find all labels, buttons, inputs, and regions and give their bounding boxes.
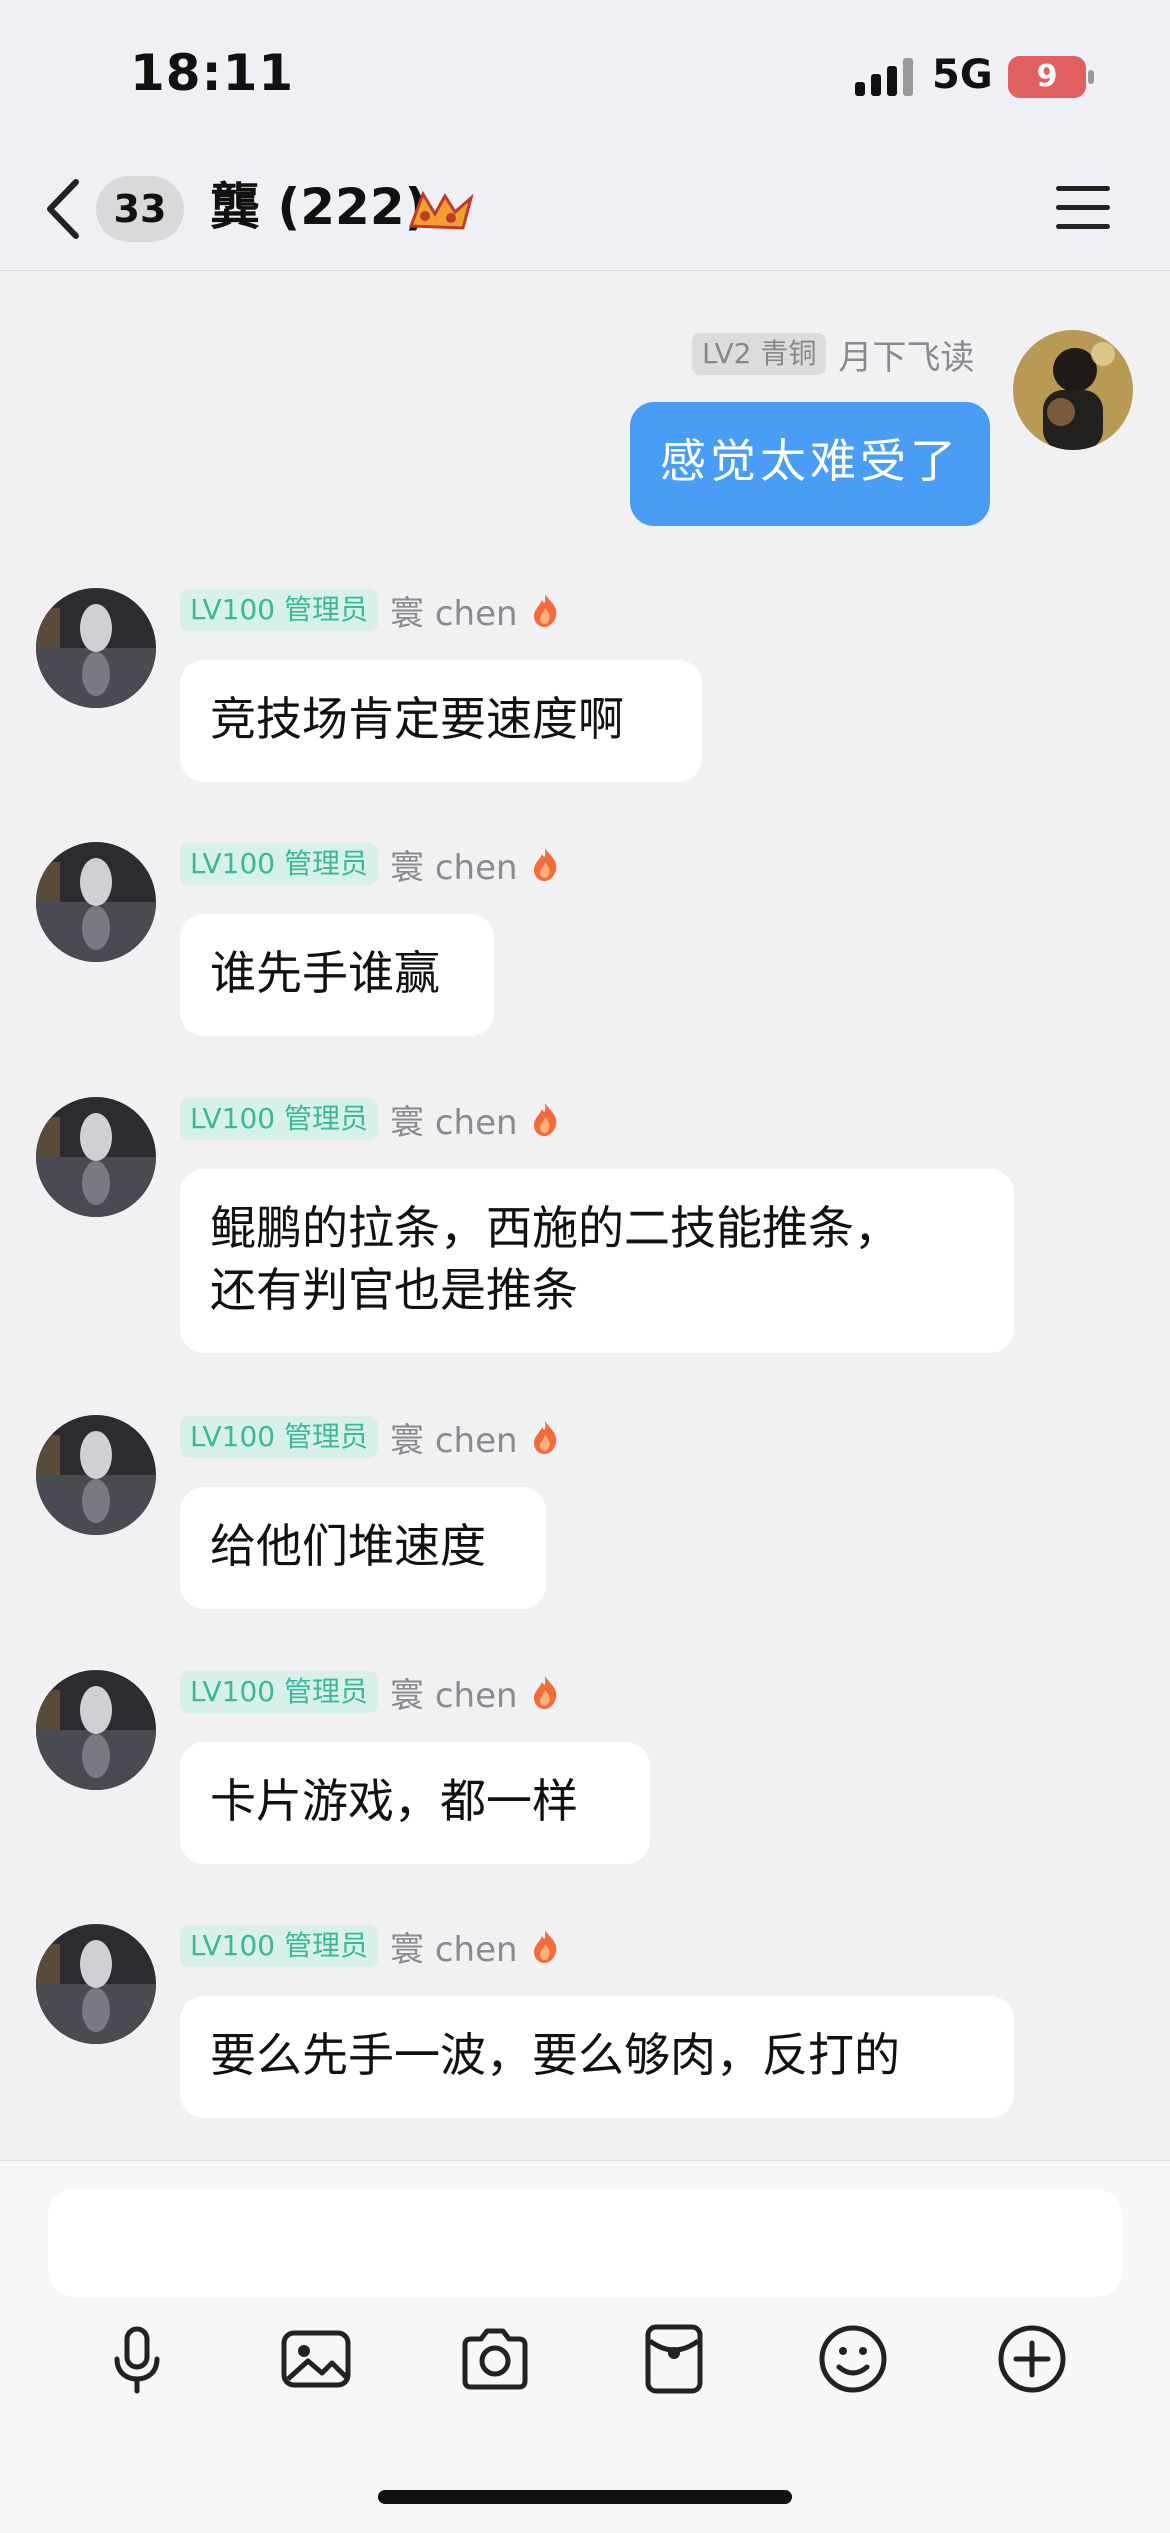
sender-name[interactable]: 寰 chen [390,586,518,635]
fire-icon [533,1676,556,1709]
tiger-avatar-image [36,842,156,962]
message-bubble[interactable]: 给他们堆速度 [180,1487,546,1609]
message-bubble[interactable]: 感觉太难受了 [630,402,990,526]
tiger-avatar-image [36,1924,156,2044]
level-badge: LV2 青铜 [692,333,827,375]
tiger-avatar-image [36,1097,156,1217]
message-bubble[interactable]: 谁先手谁赢 [180,914,494,1036]
sender-name[interactable]: 寰 chen [390,1668,518,1717]
sender-name[interactable]: 月下飞读 [838,330,974,379]
chevron-left-icon [47,179,79,239]
camera-icon[interactable] [459,2323,531,2395]
chat-header: 33 龔 (222) [0,150,1170,271]
tiger-avatar-image [36,588,156,708]
avatar[interactable] [36,1924,156,2044]
tiger-avatar-image [36,1415,156,1535]
level-badge: LV100 管理员 [180,843,379,885]
chat-title[interactable]: 龔 (222) [210,174,427,240]
red-packet-icon[interactable] [638,2323,710,2395]
sender-row: LV100 管理员 寰 chen [180,1922,560,1971]
sender-row: LV100 管理员 寰 chen [180,1413,560,1462]
level-badge: LV100 管理员 [180,1671,379,1713]
plus-icon[interactable] [996,2323,1068,2395]
avatar[interactable] [36,1415,156,1535]
level-badge: LV100 管理员 [180,589,379,631]
avatar[interactable] [36,588,156,708]
level-badge: LV100 管理员 [180,1416,379,1458]
avatar[interactable] [36,1670,156,1790]
battery-tip [1088,70,1094,84]
home-indicator[interactable] [378,2490,792,2504]
fire-icon [533,594,556,627]
microphone-icon[interactable] [101,2323,173,2395]
menu-button[interactable] [1056,186,1110,230]
sender-row: LV100 管理员 寰 chen [180,586,560,635]
status-time: 18:11 [130,44,295,102]
unread-count-badge[interactable]: 33 [96,176,184,242]
back-button[interactable] [40,174,90,244]
fire-icon [533,1421,556,1454]
message-bubble[interactable]: 鲲鹏的拉条，西施的二技能推条， 还有判官也是推条 [180,1169,1014,1353]
message-bubble[interactable]: 卡片游戏，都一样 [180,1742,650,1864]
status-bar: 18:11 5G 9 [0,0,1170,150]
sender-name[interactable]: 寰 chen [390,840,518,889]
tiger-avatar-image [36,1670,156,1790]
cellular-signal-icon [855,58,915,96]
message-bubble[interactable]: 竞技场肯定要速度啊 [180,660,702,782]
sender-name[interactable]: 寰 chen [390,1413,518,1462]
group-badge-icon [408,190,474,230]
message-bubble[interactable]: 要么先手一波，要么够肉，反打的 [180,1996,1014,2118]
network-type: 5G [932,52,993,98]
emoji-icon[interactable] [817,2323,889,2395]
avatar[interactable] [36,1097,156,1217]
message-input[interactable] [48,2189,1122,2297]
sender-name[interactable]: 寰 chen [390,1095,518,1144]
user-avatar-image [1013,330,1133,450]
level-badge: LV100 管理员 [180,1925,379,1967]
fire-icon [533,1930,556,1963]
composer [0,2160,1170,2533]
battery-level: 9 [1036,59,1058,94]
fire-icon [533,848,556,881]
sender-row: LV100 管理员 寰 chen [180,1668,560,1717]
fire-icon [533,1103,556,1136]
sender-name[interactable]: 寰 chen [390,1922,518,1971]
sender-row: LV100 管理员 寰 chen [180,840,560,889]
avatar[interactable] [1013,330,1133,450]
avatar[interactable] [36,842,156,962]
image-icon[interactable] [280,2323,352,2395]
level-badge: LV100 管理员 [180,1098,379,1140]
sender-row: LV100 管理员 寰 chen [180,1095,560,1144]
sender-row: LV2 青铜 月下飞读 [692,330,974,379]
